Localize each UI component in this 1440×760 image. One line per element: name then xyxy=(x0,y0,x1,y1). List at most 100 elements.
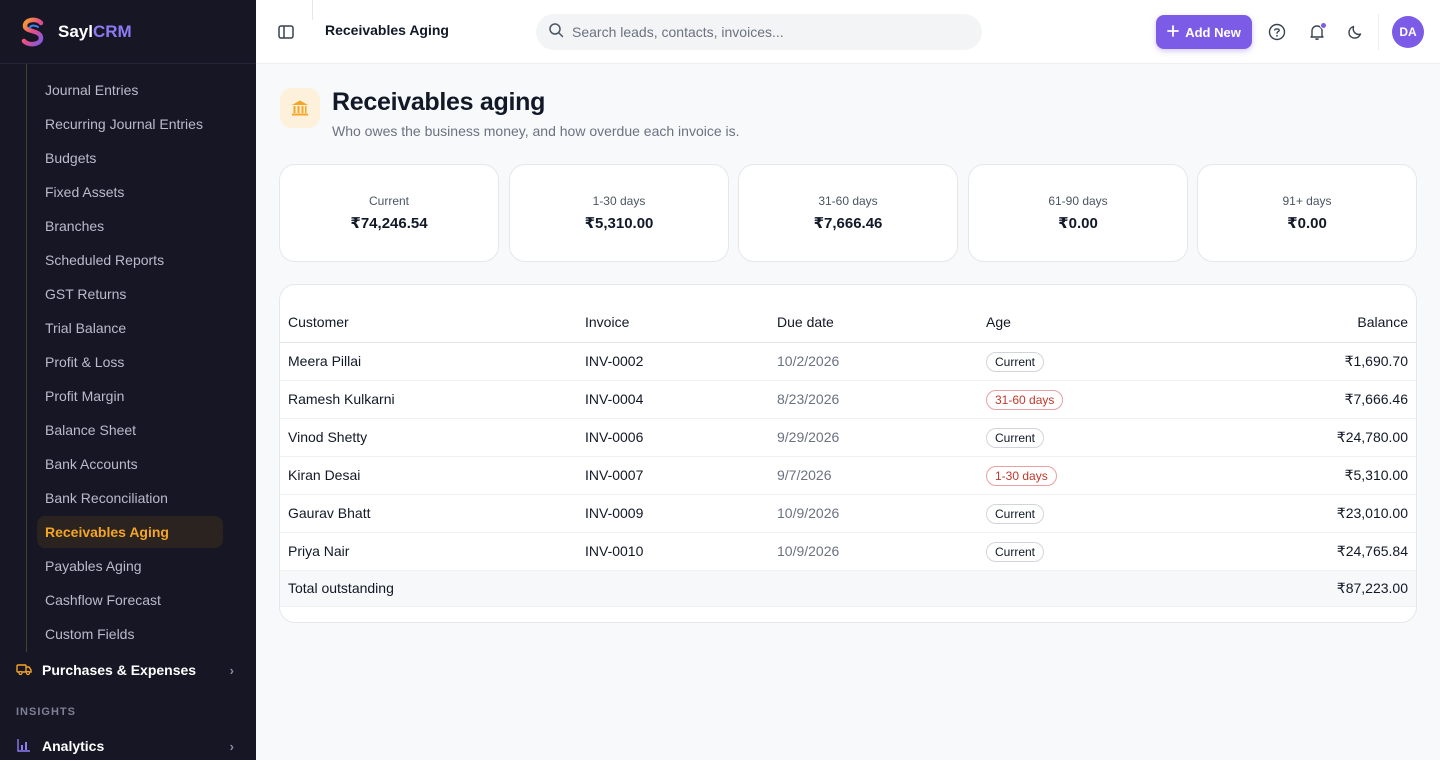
table-row[interactable]: Gaurav Bhatt INV-0009 10/9/2026 Current … xyxy=(280,495,1416,533)
sidebar-group-label: Analytics xyxy=(42,738,105,754)
sidebar-item-profit-margin[interactable]: Profit Margin xyxy=(37,380,223,412)
bucket-card-1-30: 1-30 days ₹5,310.00 xyxy=(509,164,729,262)
cell-invoice: INV-0004 xyxy=(585,391,644,407)
sidebar-item-recurring-journal-entries[interactable]: Recurring Journal Entries xyxy=(37,108,223,140)
page-title: Receivables aging xyxy=(332,88,546,116)
cell-customer: Meera Pillai xyxy=(288,353,362,369)
sidebar-item-journal-entries[interactable]: Journal Entries xyxy=(37,74,223,106)
sidebar-item-trial-balance[interactable]: Trial Balance xyxy=(37,312,223,344)
table-row[interactable]: Kiran Desai INV-0007 9/7/2026 1-30 days … xyxy=(280,457,1416,495)
sidebar-item-bank-accounts[interactable]: Bank Accounts xyxy=(37,448,223,480)
cell-invoice: INV-0002 xyxy=(585,353,644,369)
topbar-separator xyxy=(1378,14,1379,50)
col-age[interactable]: Age xyxy=(986,314,1011,330)
sidebar-item-receivables-aging[interactable]: Receivables Aging xyxy=(37,516,223,548)
bucket-value: ₹7,666.46 xyxy=(813,215,883,232)
bucket-value: ₹5,310.00 xyxy=(584,215,654,232)
sidebar-group-analytics[interactable]: Analytics › xyxy=(16,731,240,760)
total-label: Total outstanding xyxy=(288,580,394,596)
cell-due-date: 10/2/2026 xyxy=(777,353,840,369)
brand[interactable]: SaylCRM xyxy=(0,0,256,64)
bucket-label: 61-90 days xyxy=(1048,194,1108,208)
avatar[interactable]: DA xyxy=(1392,16,1424,48)
moon-icon[interactable] xyxy=(1345,22,1365,42)
plus-icon xyxy=(1167,24,1180,40)
bucket-label: 91+ days xyxy=(1282,194,1332,208)
sidebar-item-bank-reconciliation[interactable]: Bank Reconciliation xyxy=(37,482,223,514)
cell-balance: ₹5,310.00 xyxy=(1344,467,1408,483)
aging-buckets: Current ₹74,246.54 1-30 days ₹5,310.00 3… xyxy=(279,164,1417,262)
cell-due-date: 9/29/2026 xyxy=(777,429,840,445)
brand-name: SaylCRM xyxy=(58,21,132,41)
age-badge: 31-60 days xyxy=(986,390,1064,410)
bucket-card-61-90: 61-90 days ₹0.00 xyxy=(968,164,1188,262)
table-row[interactable]: Meera Pillai INV-0002 10/2/2026 Current … xyxy=(280,343,1416,381)
sidebar-item-branches[interactable]: Branches xyxy=(37,210,223,242)
main-content: Receivables aging Who owes the business … xyxy=(256,64,1440,760)
bucket-label: 1-30 days xyxy=(592,194,646,208)
truck-icon xyxy=(16,661,32,680)
sidebar-item-balance-sheet[interactable]: Balance Sheet xyxy=(37,414,223,446)
cell-due-date: 10/9/2026 xyxy=(777,505,840,521)
search-bar[interactable] xyxy=(536,14,982,50)
table-row[interactable]: Priya Nair INV-0010 10/9/2026 Current ₹2… xyxy=(280,533,1416,571)
sidebar-item-gst-returns[interactable]: GST Returns xyxy=(37,278,223,310)
col-customer[interactable]: Customer xyxy=(288,314,349,330)
age-badge: Current xyxy=(986,504,1045,524)
sidebar-item-budgets[interactable]: Budgets xyxy=(37,142,223,174)
cell-customer: Vinod Shetty xyxy=(288,429,368,445)
sidebar-group-label: Purchases & Expenses xyxy=(42,662,197,678)
sidebar: SaylCRM Journal Entries Recurring Journa… xyxy=(0,0,256,760)
search-input[interactable] xyxy=(572,24,952,40)
bucket-card-current: Current ₹74,246.54 xyxy=(279,164,499,262)
bar-chart-icon xyxy=(16,737,32,756)
table-row[interactable]: Ramesh Kulkarni INV-0004 8/23/2026 31-60… xyxy=(280,381,1416,419)
bucket-label: 31-60 days xyxy=(818,194,878,208)
age-badge: 1-30 days xyxy=(986,466,1057,486)
cell-due-date: 10/9/2026 xyxy=(777,543,840,559)
cell-invoice: INV-0006 xyxy=(585,429,644,445)
bucket-value: ₹0.00 xyxy=(1058,215,1098,232)
bucket-card-91-plus: 91+ days ₹0.00 xyxy=(1197,164,1417,262)
col-due-date[interactable]: Due date xyxy=(777,314,834,330)
sidebar-item-fixed-assets[interactable]: Fixed Assets xyxy=(37,176,223,208)
age-badge: Current xyxy=(986,542,1045,562)
total-row: Total outstanding ₹87,223.00 xyxy=(280,571,1416,607)
sidebar-item-cashflow-forecast[interactable]: Cashflow Forecast xyxy=(37,584,223,616)
bank-icon xyxy=(280,88,320,128)
sidebar-section-insights: INSIGHTS xyxy=(16,706,76,718)
notification-dot xyxy=(1320,22,1327,29)
cell-balance: ₹1,690.70 xyxy=(1344,353,1408,369)
age-badge: Current xyxy=(986,352,1045,372)
sidebar-item-custom-fields[interactable]: Custom Fields xyxy=(37,618,223,650)
table-header: Customer Invoice Due date Age Balance xyxy=(280,305,1416,343)
cell-invoice: INV-0009 xyxy=(585,505,644,521)
sidebar-toggle-icon[interactable] xyxy=(276,22,296,42)
bell-icon[interactable] xyxy=(1307,22,1327,42)
cell-invoice: INV-0007 xyxy=(585,467,644,483)
search-icon xyxy=(548,22,564,43)
col-balance[interactable]: Balance xyxy=(1357,314,1408,330)
cell-balance: ₹7,666.46 xyxy=(1344,391,1408,407)
bucket-value: ₹0.00 xyxy=(1287,215,1327,232)
cell-customer: Gaurav Bhatt xyxy=(288,505,371,521)
add-new-label: Add New xyxy=(1185,24,1241,40)
total-value: ₹87,223.00 xyxy=(1336,580,1408,596)
chevron-right-icon: › xyxy=(229,662,234,678)
table-row[interactable]: Vinod Shetty INV-0006 9/29/2026 Current … xyxy=(280,419,1416,457)
cell-balance: ₹24,780.00 xyxy=(1336,429,1408,445)
topbar-divider xyxy=(312,0,313,20)
sidebar-item-scheduled-reports[interactable]: Scheduled Reports xyxy=(37,244,223,276)
help-icon[interactable] xyxy=(1267,22,1287,42)
sidebar-item-profit-loss[interactable]: Profit & Loss xyxy=(37,346,223,378)
col-invoice[interactable]: Invoice xyxy=(585,314,629,330)
sidebar-group-purchases-expenses[interactable]: Purchases & Expenses › xyxy=(16,655,240,685)
add-new-button[interactable]: Add New xyxy=(1156,15,1252,49)
sidebar-item-payables-aging[interactable]: Payables Aging xyxy=(37,550,223,582)
bucket-label: Current xyxy=(368,194,409,208)
receivables-table: Customer Invoice Due date Age Balance Me… xyxy=(279,284,1417,623)
cell-customer: Ramesh Kulkarni xyxy=(288,391,395,407)
page-subtitle: Who owes the business money, and how ove… xyxy=(332,123,740,139)
cell-balance: ₹24,765.84 xyxy=(1336,543,1408,559)
logo-icon xyxy=(18,17,48,47)
